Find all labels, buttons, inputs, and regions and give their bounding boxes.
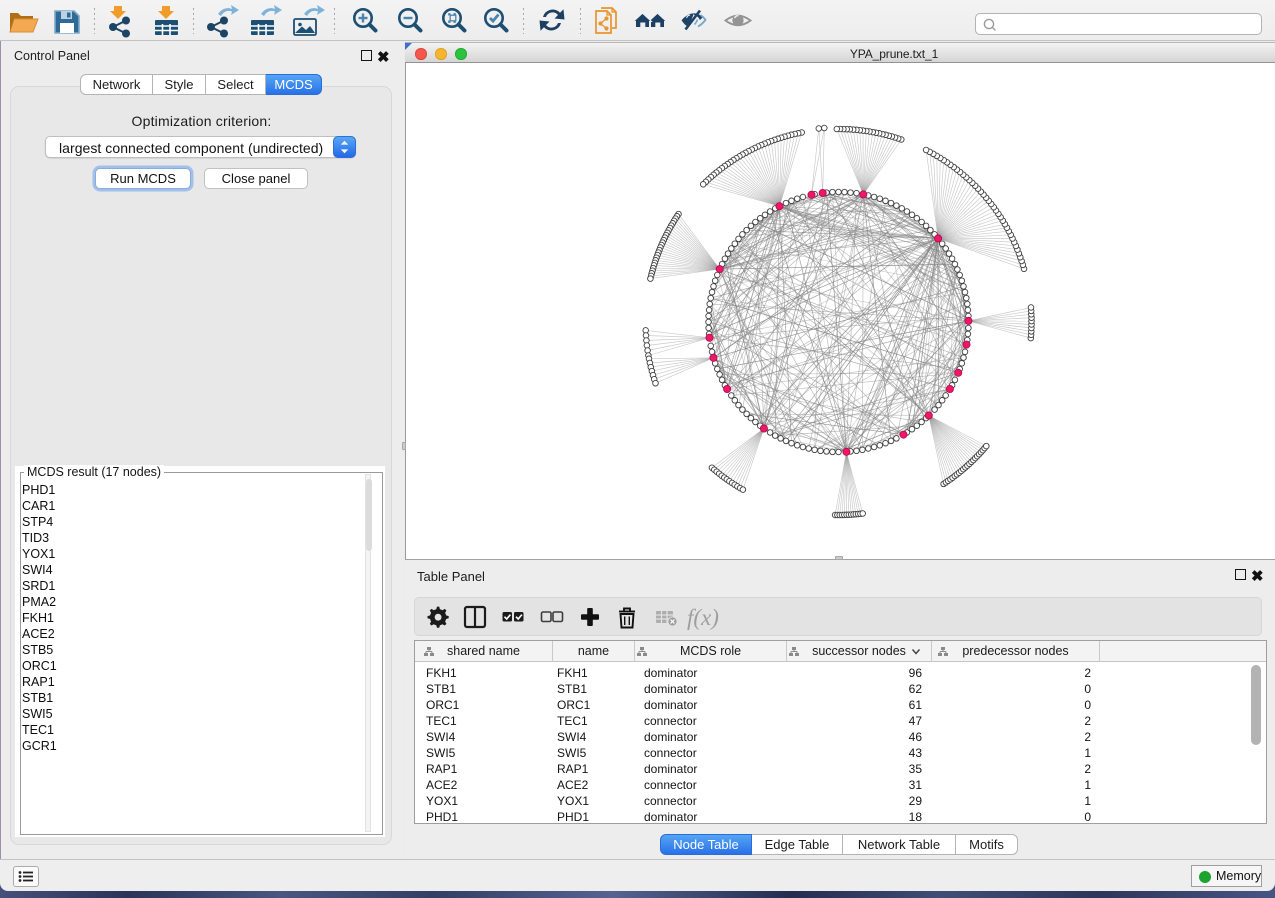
svg-text:f(x): f(x) <box>687 605 719 630</box>
